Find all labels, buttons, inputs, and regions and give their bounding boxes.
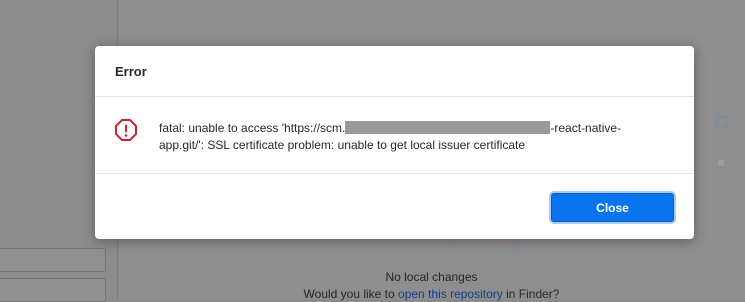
dialog-footer: Close xyxy=(95,174,694,240)
background-glyph-icon xyxy=(716,116,727,127)
redacted-text xyxy=(345,121,551,134)
dialog-body: fatal: unable to access 'https://scm. -re… xyxy=(95,97,694,174)
background-sidebar-field xyxy=(0,278,106,302)
error-dialog: Error fatal: unable to access 'https://s… xyxy=(95,46,694,239)
error-message-start: fatal: unable to access 'https://scm. xyxy=(159,121,346,135)
error-message: fatal: unable to access 'https://scm. -re… xyxy=(159,120,665,154)
close-button[interactable]: Close xyxy=(551,193,674,222)
empty-state-illustration-shadow xyxy=(540,238,588,253)
background-sidebar-field xyxy=(0,248,106,272)
dialog-header: Error xyxy=(95,46,694,97)
dialog-title: Error xyxy=(115,63,147,79)
background-dot-icon xyxy=(718,160,724,166)
alert-circle-icon xyxy=(115,119,137,141)
no-local-changes-text: No local changes xyxy=(385,270,478,284)
